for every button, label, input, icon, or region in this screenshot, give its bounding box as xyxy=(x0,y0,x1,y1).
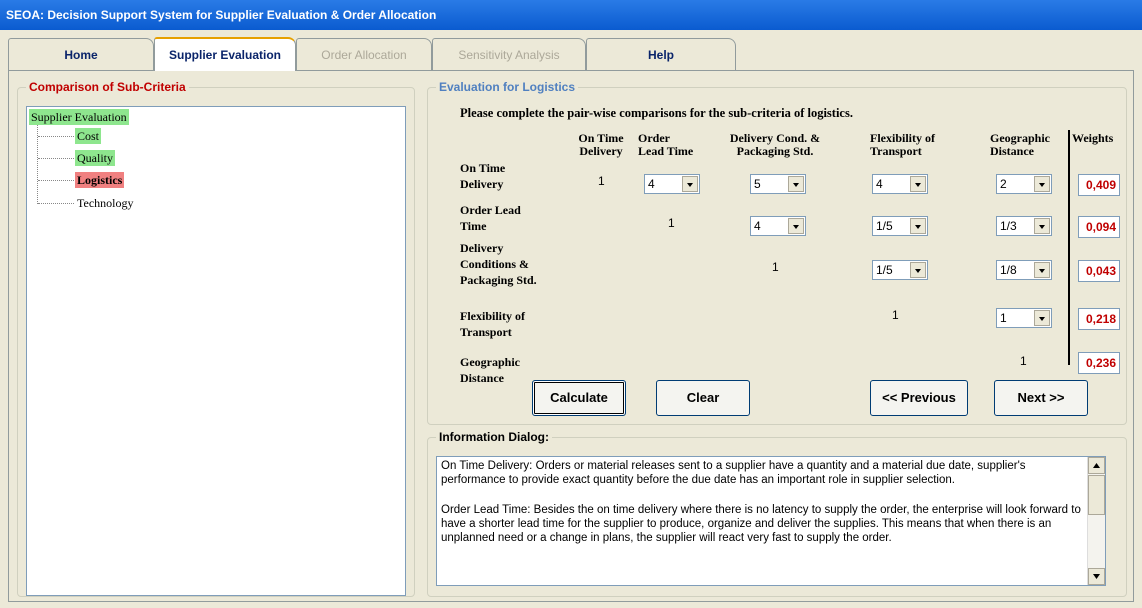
compare-select-dcp-flex[interactable]: 1/5 xyxy=(872,260,928,280)
compare-select-flex-geo[interactable]: 1 xyxy=(996,308,1052,328)
weight-on-time-delivery: 0,409 xyxy=(1078,174,1120,196)
compare-select-olt-dcp[interactable]: 4 xyxy=(750,216,806,236)
tab-content: Comparison of Sub-Criteria Supplier Eval… xyxy=(8,70,1134,602)
scroll-thumb[interactable] xyxy=(1088,475,1105,515)
instruction-text: Please complete the pair-wise comparison… xyxy=(460,106,853,120)
next-button[interactable]: Next >> xyxy=(994,380,1088,416)
row-label-delivery-conditions: Delivery Conditions & Packaging Std. xyxy=(460,241,537,287)
info-paragraph: Order Lead Time: Besides the on time del… xyxy=(441,504,1081,544)
col-header-flexibility: Flexibility of Transport xyxy=(870,131,935,158)
tree-item-logistics[interactable]: Logistics xyxy=(75,172,125,188)
tab-order-allocation[interactable]: Order Allocation xyxy=(296,38,432,70)
diag-value: 1 xyxy=(892,308,899,322)
tree-item-technology[interactable]: Technology xyxy=(75,195,135,211)
chevron-down-icon[interactable] xyxy=(910,218,926,234)
compare-select-otd-geo[interactable]: 2 xyxy=(996,174,1052,194)
diag-value: 1 xyxy=(668,216,675,230)
chevron-down-icon[interactable] xyxy=(1034,310,1050,326)
col-header-weights: Weights xyxy=(1072,131,1114,145)
scroll-up-icon[interactable] xyxy=(1088,457,1105,474)
evaluation-group: Evaluation for Logistics Please complete… xyxy=(427,80,1127,425)
diag-value: 1 xyxy=(1020,354,1027,368)
scroll-down-icon[interactable] xyxy=(1088,568,1105,585)
row-label-geographic: Geographic Distance xyxy=(460,355,520,385)
compare-select-olt-flex[interactable]: 1/5 xyxy=(872,216,928,236)
vertical-scrollbar[interactable] xyxy=(1087,457,1105,585)
window-title: SEOA: Decision Support System for Suppli… xyxy=(0,0,1142,30)
info-textbox[interactable]: On Time Delivery: Orders or material rel… xyxy=(436,456,1106,586)
tab-supplier-evaluation[interactable]: Supplier Evaluation xyxy=(154,37,296,71)
info-group: Information Dialog: On Time Delivery: Or… xyxy=(427,430,1127,597)
tree-connector xyxy=(38,180,74,181)
tree-connector xyxy=(38,158,74,159)
compare-select-dcp-geo[interactable]: 1/8 xyxy=(996,260,1052,280)
compare-select-otd-olt[interactable]: 4 xyxy=(644,174,700,194)
tree-connector xyxy=(38,203,74,204)
info-paragraph: On Time Delivery: Orders or material rel… xyxy=(441,460,1026,486)
chevron-down-icon[interactable] xyxy=(1034,218,1050,234)
tab-help[interactable]: Help xyxy=(586,38,736,70)
weights-divider xyxy=(1068,130,1070,365)
weight-order-lead-time: 0,094 xyxy=(1078,216,1120,238)
chevron-down-icon[interactable] xyxy=(910,176,926,192)
weight-flexibility: 0,218 xyxy=(1078,308,1120,330)
tree-item-cost[interactable]: Cost xyxy=(75,128,102,144)
col-header-geographic: Geographic Distance xyxy=(990,131,1050,158)
info-title: Information Dialog: xyxy=(436,430,552,444)
tree-connector xyxy=(38,136,74,137)
col-header-on-time-delivery: On Time Delivery xyxy=(578,131,624,158)
tab-sensitivity-analysis[interactable]: Sensitivity Analysis xyxy=(432,38,586,70)
chevron-down-icon[interactable] xyxy=(1034,262,1050,278)
weight-geographic: 0,236 xyxy=(1078,352,1120,374)
tree-item-quality[interactable]: Quality xyxy=(75,150,115,166)
evaluation-title: Evaluation for Logistics xyxy=(436,80,579,94)
diag-value: 1 xyxy=(772,260,779,274)
chevron-down-icon[interactable] xyxy=(788,218,804,234)
compare-select-olt-geo[interactable]: 1/3 xyxy=(996,216,1052,236)
chevron-down-icon[interactable] xyxy=(682,176,698,192)
chevron-down-icon[interactable] xyxy=(1034,176,1050,192)
row-label-on-time-delivery: On Time Delivery xyxy=(460,161,506,191)
col-header-delivery-cond: Delivery Cond. & Packaging Std. xyxy=(729,131,821,158)
clear-button[interactable]: Clear xyxy=(656,380,750,416)
row-label-order-lead-time: Order Lead Time xyxy=(460,203,521,233)
compare-select-otd-dcp[interactable]: 5 xyxy=(750,174,806,194)
calculate-button[interactable]: Calculate xyxy=(532,380,626,416)
tree-root-supplier-evaluation[interactable]: Supplier Evaluation xyxy=(29,109,129,125)
previous-button[interactable]: << Previous xyxy=(870,380,968,416)
compare-select-otd-flex[interactable]: 4 xyxy=(872,174,928,194)
chevron-down-icon[interactable] xyxy=(788,176,804,192)
subcriteria-title: Comparison of Sub-Criteria xyxy=(26,80,189,94)
chevron-down-icon[interactable] xyxy=(910,262,926,278)
subcriteria-tree[interactable]: Supplier Evaluation Cost Quality Logisti… xyxy=(26,106,406,596)
diag-value: 1 xyxy=(598,174,605,188)
weight-delivery-conditions: 0,043 xyxy=(1078,260,1120,282)
subcriteria-group: Comparison of Sub-Criteria Supplier Eval… xyxy=(17,80,415,597)
tab-home[interactable]: Home xyxy=(8,38,154,70)
row-label-flexibility: Flexibility of Transport xyxy=(460,309,525,339)
col-header-order-lead-time: Order Lead Time xyxy=(638,131,694,158)
